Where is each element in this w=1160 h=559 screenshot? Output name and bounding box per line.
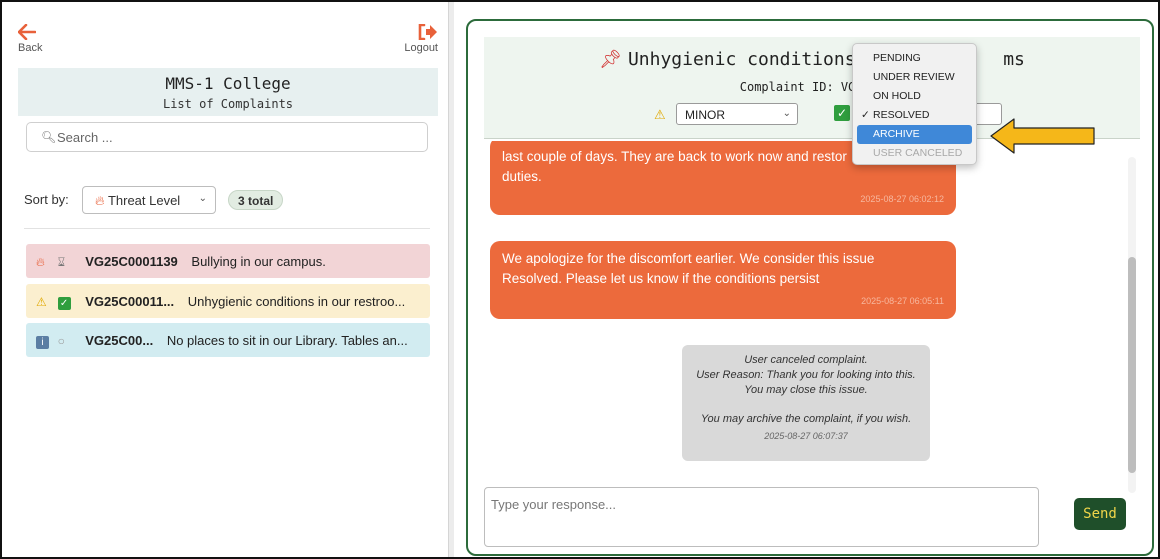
- complaint-id: VG25C00...: [85, 333, 154, 348]
- status-option-pending[interactable]: PENDING: [853, 49, 976, 68]
- admin-message: We apologize for the discomfort earlier.…: [490, 241, 956, 319]
- system-timestamp: 2025-08-27 06:07:37: [764, 431, 848, 441]
- severity-select[interactable]: MINOR ⌄: [676, 103, 798, 125]
- logout-icon: [418, 24, 437, 40]
- arrow-left-icon: [18, 24, 36, 40]
- warning-icon: ⚠︎: [36, 295, 47, 309]
- list-subtitle: List of Complaints: [162, 97, 294, 111]
- complaint-title: 📌︎ Unhygienic conditions i ms: [484, 49, 1140, 70]
- search-placeholder: Search ...: [57, 130, 113, 145]
- pointer-arrow-icon: [990, 118, 1095, 154]
- complaint-title-text: Unhygienic conditions i: [627, 49, 878, 70]
- fire-icon: 🔥︎: [36, 255, 45, 269]
- complaint-title-tail: ms: [1003, 49, 1025, 70]
- panel-divider: [448, 2, 454, 557]
- check-icon: ✓: [834, 105, 850, 121]
- status-option-user-canceled: USER CANCELED: [873, 147, 963, 159]
- back-button[interactable]: Back: [18, 24, 58, 54]
- hourglass-icon: ⌛︎: [57, 255, 66, 269]
- back-label: Back: [18, 42, 43, 54]
- status-option-on-hold[interactable]: ON HOLD: [853, 87, 976, 106]
- response-input[interactable]: Type your response...: [484, 487, 1039, 547]
- sort-label: Sort by:: [24, 192, 69, 207]
- system-line: User Reason: Thank you for looking into …: [696, 369, 916, 381]
- pin-icon: 📌︎: [599, 49, 622, 70]
- message-text: We apologize for the discomfort earlier.…: [502, 251, 875, 266]
- severity-selected: MINOR: [685, 108, 725, 122]
- message-text: Resolved. Please let us know if the cond…: [502, 271, 820, 286]
- chevron-down-icon: ⌄: [198, 193, 207, 204]
- chevron-down-icon: ⌄: [782, 108, 791, 119]
- complaint-summary: No places to sit in our Library. Tables …: [166, 333, 408, 348]
- check-icon: ✓: [57, 295, 76, 310]
- message-timestamp: 2025-08-27 06:02:12: [860, 194, 944, 204]
- checkmark-icon: ✓: [861, 109, 870, 121]
- info-icon: i: [36, 334, 54, 349]
- response-placeholder: Type your response...: [491, 497, 617, 512]
- message-thread: last couple of days. They are back to wo…: [484, 141, 1134, 481]
- complaint-detail-panel: 📌︎ Unhygienic conditions i ms Complaint ID…: [466, 19, 1154, 556]
- divider: [24, 228, 430, 229]
- status-option-label: RESOLVED: [873, 109, 930, 121]
- college-header: MMS-1 College List of Complaints: [18, 68, 438, 116]
- college-name: MMS-1 College: [165, 74, 291, 93]
- fire-icon: 🔥︎: [95, 193, 105, 208]
- system-line: User canceled complaint.: [744, 354, 868, 366]
- scrollbar-thumb[interactable]: [1128, 257, 1136, 473]
- warning-icon: ⚠︎: [654, 107, 666, 122]
- search-input[interactable]: 🔍︎ Search ...: [26, 122, 428, 152]
- logout-button[interactable]: Logout: [388, 24, 438, 54]
- complaint-id: VG25C00011...: [85, 294, 175, 309]
- message-timestamp: 2025-08-27 06:05:11: [861, 296, 944, 306]
- clock-icon: ○: [57, 334, 65, 348]
- complaint-list-item[interactable]: 🔥︎ ⌛︎ VG25C0001139 Bullying in our campu…: [26, 244, 430, 278]
- status-option-under-review[interactable]: UNDER REVIEW: [853, 68, 976, 87]
- system-line: You may archive the complaint, if you wi…: [700, 413, 912, 425]
- total-count-badge: 3 total: [228, 190, 284, 210]
- complaint-list-item[interactable]: ⚠︎ ✓ VG25C00011... Unhygienic conditions…: [26, 284, 430, 318]
- system-message: User canceled complaint. User Reason: Th…: [682, 345, 930, 461]
- complaint-list-item[interactable]: i ○ VG25C00... No places to sit in our L…: [26, 323, 430, 357]
- chat-scrollbar[interactable]: [1128, 157, 1136, 493]
- search-icon: 🔍︎: [41, 130, 57, 144]
- complaint-summary: Unhygienic conditions in our restroo...: [187, 294, 406, 309]
- complaint-id-label: Complaint ID: VG25 C: [739, 80, 885, 94]
- sort-select[interactable]: 🔥︎ Threat Level ⌄: [82, 186, 216, 214]
- message-text: last couple of days. They are back to wo…: [502, 149, 847, 164]
- complaint-summary: Bullying in our campus.: [191, 254, 326, 269]
- system-line: You may close this issue.: [744, 384, 868, 396]
- status-option-resolved[interactable]: ✓ RESOLVED: [853, 106, 976, 125]
- complaint-id: VG25C0001139: [85, 254, 178, 269]
- send-button[interactable]: Send: [1074, 498, 1126, 530]
- message-text: duties.: [502, 169, 542, 184]
- status-dropdown-menu: PENDING UNDER REVIEW ON HOLD ✓ RESOLVED …: [852, 43, 977, 165]
- sort-selected: Threat Level: [107, 193, 181, 208]
- logout-label: Logout: [404, 42, 438, 54]
- status-option-archive[interactable]: ARCHIVE: [857, 125, 972, 144]
